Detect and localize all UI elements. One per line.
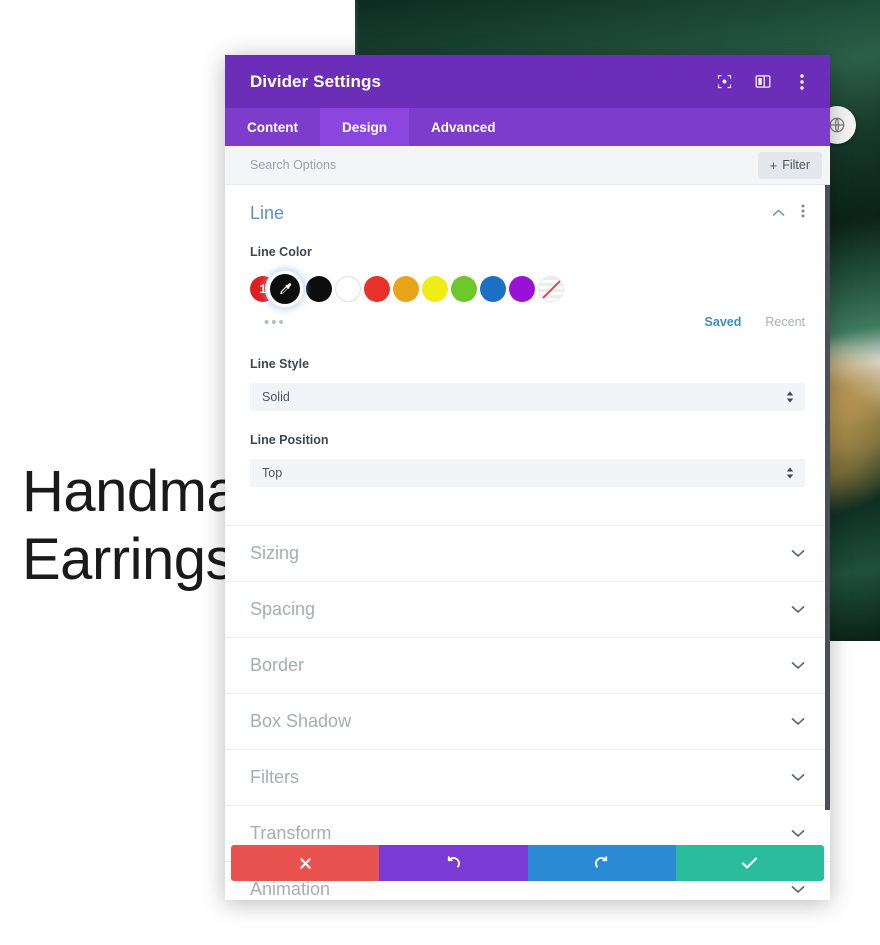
tab-advanced[interactable]: Advanced — [409, 108, 518, 146]
chevron-down-icon[interactable] — [791, 885, 805, 894]
active-color-swatch-eyedropper[interactable] — [267, 271, 303, 307]
plus-icon: + — [769, 157, 778, 173]
recent-colors-tab[interactable]: Recent — [765, 315, 805, 329]
swatch-blue[interactable] — [480, 276, 506, 302]
redo-button[interactable] — [527, 845, 676, 881]
section-box-shadow-label: Box Shadow — [250, 711, 352, 731]
line-color-swatch-row: 1 — [250, 271, 805, 307]
section-line-header[interactable]: Line — [250, 185, 805, 235]
save-button[interactable] — [675, 845, 824, 881]
undo-button[interactable] — [379, 845, 528, 881]
chevron-down-icon[interactable] — [791, 773, 805, 782]
filter-button-label: Filter — [782, 158, 810, 172]
line-position-label: Line Position — [250, 433, 329, 447]
section-transform-label: Transform — [250, 823, 332, 843]
chevron-down-icon[interactable] — [791, 661, 805, 670]
more-options-icon[interactable] — [801, 204, 805, 223]
section-animation-label: Animation — [250, 879, 331, 899]
chevron-down-icon[interactable] — [791, 605, 805, 614]
scrollbar-thumb[interactable] — [825, 185, 830, 810]
options-scroll-area: Line Line Color 1 ••• Saved Recent Line … — [225, 185, 830, 900]
line-color-label: Line Color — [250, 245, 312, 259]
swatch-red[interactable] — [364, 276, 390, 302]
section-box-shadow[interactable]: Box Shadow — [225, 693, 830, 749]
modal-titlebar: Divider Settings — [225, 55, 830, 108]
swatch-white[interactable] — [335, 276, 361, 302]
layout-columns-icon[interactable] — [753, 72, 773, 92]
line-position-select[interactable]: Top — [250, 459, 805, 487]
eyedropper-icon — [279, 282, 291, 294]
modal-tab-bar: Content Design Advanced — [225, 108, 830, 146]
line-style-label: Line Style — [250, 357, 310, 371]
line-style-select[interactable]: Solid — [250, 383, 805, 411]
more-colors-button[interactable]: ••• — [250, 315, 286, 330]
modal-body: Line Line Color 1 ••• Saved Recent Line … — [225, 185, 830, 900]
section-line-title: Line — [250, 202, 285, 223]
section-sizing-label: Sizing — [250, 543, 300, 563]
tab-content[interactable]: Content — [225, 108, 320, 146]
filter-button[interactable]: + Filter — [757, 151, 822, 179]
swatch-green[interactable] — [451, 276, 477, 302]
search-row: + Filter — [225, 146, 830, 185]
section-sizing[interactable]: Sizing — [225, 525, 830, 581]
line-style-select-wrap: Solid — [250, 383, 805, 411]
chevron-down-icon[interactable] — [791, 549, 805, 558]
section-line-header-icons — [771, 204, 805, 223]
modal-footer-actions — [225, 845, 830, 881]
section-spacing-label: Spacing — [250, 599, 316, 619]
options-scrollbar[interactable] — [825, 185, 830, 900]
search-input[interactable] — [250, 158, 758, 172]
swatch-black[interactable] — [306, 276, 332, 302]
undo-icon — [447, 855, 460, 868]
redo-icon — [595, 855, 608, 868]
check-icon — [742, 857, 758, 869]
chevron-down-icon[interactable] — [791, 717, 805, 726]
cancel-button[interactable] — [231, 845, 380, 881]
modal-title: Divider Settings — [250, 71, 382, 91]
section-border-label: Border — [250, 655, 305, 675]
chevron-up-icon[interactable] — [771, 206, 785, 220]
section-line: Line Line Color 1 ••• Saved Recent Line … — [225, 185, 830, 525]
saved-colors-tab[interactable]: Saved — [705, 315, 742, 329]
section-border[interactable]: Border — [225, 637, 830, 693]
chevron-down-icon[interactable] — [791, 829, 805, 838]
responsive-preview-icon[interactable] — [714, 72, 734, 92]
swatch-orange[interactable] — [393, 276, 419, 302]
swatch-transparent[interactable] — [538, 276, 564, 302]
section-spacing[interactable]: Spacing — [225, 581, 830, 637]
close-icon — [299, 857, 311, 869]
line-position-select-wrap: Top — [250, 459, 805, 487]
titlebar-icon-group — [714, 72, 812, 92]
swatch-purple[interactable] — [509, 276, 535, 302]
more-options-icon[interactable] — [792, 72, 812, 92]
section-filters-label: Filters — [250, 767, 299, 787]
divider-settings-modal: Divider Settings Content Design Advanced… — [225, 55, 830, 900]
section-filters[interactable]: Filters — [225, 749, 830, 805]
page-root: Handmade Earrings Divider Settings Conte… — [0, 0, 880, 945]
section-bottom-gap — [250, 491, 805, 525]
tab-design[interactable]: Design — [320, 108, 410, 146]
swatch-yellow[interactable] — [422, 276, 448, 302]
color-meta-row: ••• Saved Recent — [250, 309, 805, 335]
